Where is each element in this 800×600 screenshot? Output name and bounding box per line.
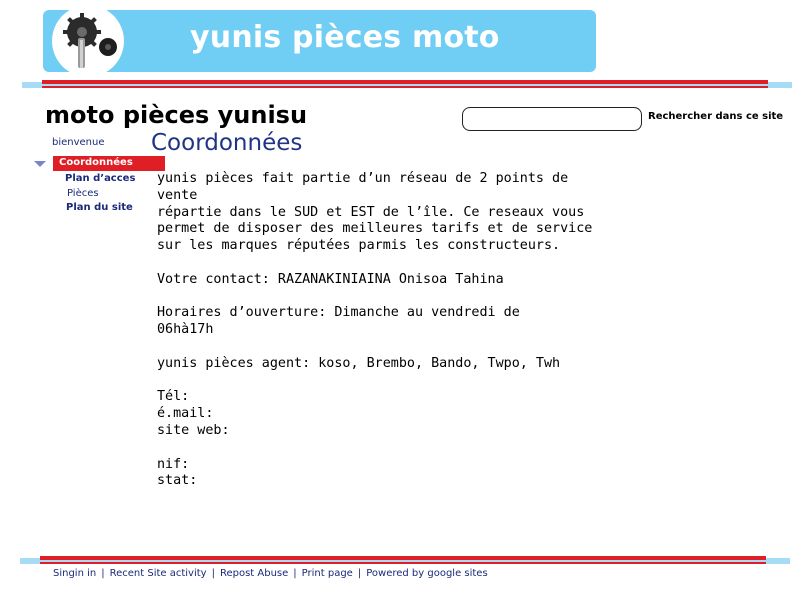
- intro-paragraph: yunis pièces fait partie d’un réseau de …: [157, 171, 593, 254]
- footer: Singin in | Recent Site activity | Repost Ab…: [53, 568, 488, 579]
- footer-link-print-page[interactable]: Print page: [302, 568, 353, 579]
- footer-link-powered-by[interactable]: Powered by google sites: [366, 568, 487, 579]
- gear-shaft-icon: [52, 5, 124, 77]
- agent-line: yunis pièces agent: koso, Brembo, Bando,…: [157, 355, 561, 371]
- sidebar-item-coordonnees[interactable]: Coordonnées: [53, 156, 165, 171]
- contact-fields: Tél: é.mail: site web:: [157, 389, 230, 438]
- sidebar-item-plan-du-site[interactable]: Plan du site: [66, 202, 133, 213]
- main-content: yunis pièces fait partie d’un réseau de …: [157, 171, 597, 507]
- section-title: Coordonnées: [151, 130, 303, 156]
- sidebar-item-plan-acces[interactable]: Plan d’acces: [65, 173, 135, 184]
- sidebar-item-label: Coordonnées: [59, 157, 133, 168]
- search-button[interactable]: Rechercher dans ce site: [648, 111, 783, 122]
- opening-hours: Horaires d’ouverture: Dimanche au vendre…: [157, 305, 520, 338]
- footer-link-recent-activity[interactable]: Recent Site activity: [110, 568, 207, 579]
- bottom-divider: [20, 556, 790, 566]
- sidebar-item-bienvenue[interactable]: bienvenue: [52, 137, 105, 148]
- top-divider: [22, 80, 792, 90]
- expand-arrow-icon[interactable]: [34, 161, 46, 167]
- footer-link-sign-in[interactable]: Singin in: [53, 568, 96, 579]
- sidebar-item-pieces[interactable]: Pièces: [67, 188, 99, 199]
- contact-line: Votre contact: RAZANAKINIAINA Onisoa Tah…: [157, 271, 504, 287]
- search-input[interactable]: [462, 107, 642, 131]
- legal-fields: nif: stat:: [157, 456, 198, 489]
- page-heading: moto pièces yunisu: [45, 101, 308, 129]
- footer-link-report-abuse[interactable]: Repost Abuse: [220, 568, 288, 579]
- site-title[interactable]: yunis pièces moto: [190, 20, 500, 55]
